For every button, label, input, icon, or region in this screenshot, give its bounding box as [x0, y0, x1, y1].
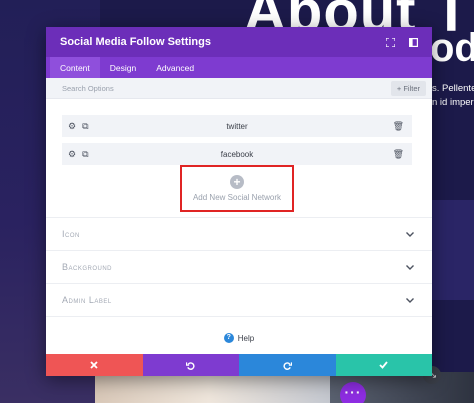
redo-button[interactable] [239, 354, 336, 376]
social-network-item[interactable]: ⚙ ⧉ twitter 🗑 [62, 115, 412, 137]
modal-header[interactable]: Social Media Follow Settings [46, 27, 432, 57]
trash-icon[interactable]: 🗑 [393, 121, 404, 132]
more-options-button[interactable]: ··· [340, 382, 366, 403]
social-network-item[interactable]: ⚙ ⧉ facebook 🗑 [62, 143, 412, 165]
duplicate-icon[interactable]: ⧉ [82, 149, 88, 159]
background-right-panel [432, 200, 474, 300]
background-heading-second-line: od [430, 26, 474, 70]
toggle-background-section[interactable]: Background [46, 250, 432, 283]
chevron-down-icon [406, 262, 414, 272]
undo-icon [186, 361, 195, 370]
check-icon [379, 361, 388, 369]
modal-title: Social Media Follow Settings [60, 36, 211, 48]
sidebar-icon[interactable] [404, 33, 422, 51]
social-network-list: ⚙ ⧉ twitter 🗑 ⚙ ⧉ facebook 🗑 [46, 99, 432, 165]
chevron-down-icon [406, 295, 414, 305]
toggle-title: Background [62, 262, 113, 272]
gear-icon[interactable]: ⚙ [68, 121, 76, 131]
modal-footer [46, 354, 432, 376]
background-text-line: n id imperd [432, 97, 474, 108]
add-new-social-network-button[interactable]: + Add New Social Network [180, 165, 294, 212]
filter-button[interactable]: + Filter [390, 80, 426, 96]
section-divider [46, 316, 432, 317]
chevron-down-icon [406, 229, 414, 239]
social-network-label: twitter [226, 121, 248, 131]
toggle-title: Admin Label [62, 295, 112, 305]
save-button[interactable] [335, 354, 432, 376]
plus-icon: + [230, 175, 244, 189]
gear-icon[interactable]: ⚙ [68, 149, 76, 159]
toggle-admin-label-section[interactable]: Admin Label [46, 283, 432, 316]
cancel-button[interactable] [46, 354, 143, 376]
add-network-label: Add New Social Network [192, 193, 282, 202]
toggle-title: Icon [62, 229, 80, 239]
tab-content[interactable]: Content [50, 57, 100, 78]
expand-icon[interactable] [381, 33, 399, 51]
modal-body: + Filter ⚙ ⧉ twitter 🗑 ⚙ ⧉ facebook 🗑 [46, 78, 432, 354]
search-options-input[interactable] [62, 83, 391, 93]
tab-bar: Content Design Advanced [46, 57, 432, 78]
help-icon: ? [223, 333, 234, 343]
background-text-line: s. Pellente [432, 83, 474, 94]
redo-icon [283, 361, 292, 370]
trash-icon[interactable]: 🗑 [393, 149, 404, 160]
undo-button[interactable] [142, 354, 239, 376]
social-network-label: facebook [220, 149, 254, 159]
settings-modal: Social Media Follow Settings Content Des… [46, 27, 432, 376]
help-label: Help [237, 333, 255, 343]
item-actions: ⚙ ⧉ [68, 121, 108, 131]
tab-advanced[interactable]: Advanced [146, 57, 204, 78]
item-actions: ⚙ ⧉ [68, 149, 108, 159]
help-link[interactable]: ? Help [46, 333, 432, 343]
tab-design[interactable]: Design [100, 57, 146, 78]
duplicate-icon[interactable]: ⧉ [82, 121, 88, 131]
close-icon [90, 361, 98, 369]
toggle-icon-section[interactable]: Icon [46, 217, 432, 250]
search-bar: + Filter [46, 78, 432, 99]
